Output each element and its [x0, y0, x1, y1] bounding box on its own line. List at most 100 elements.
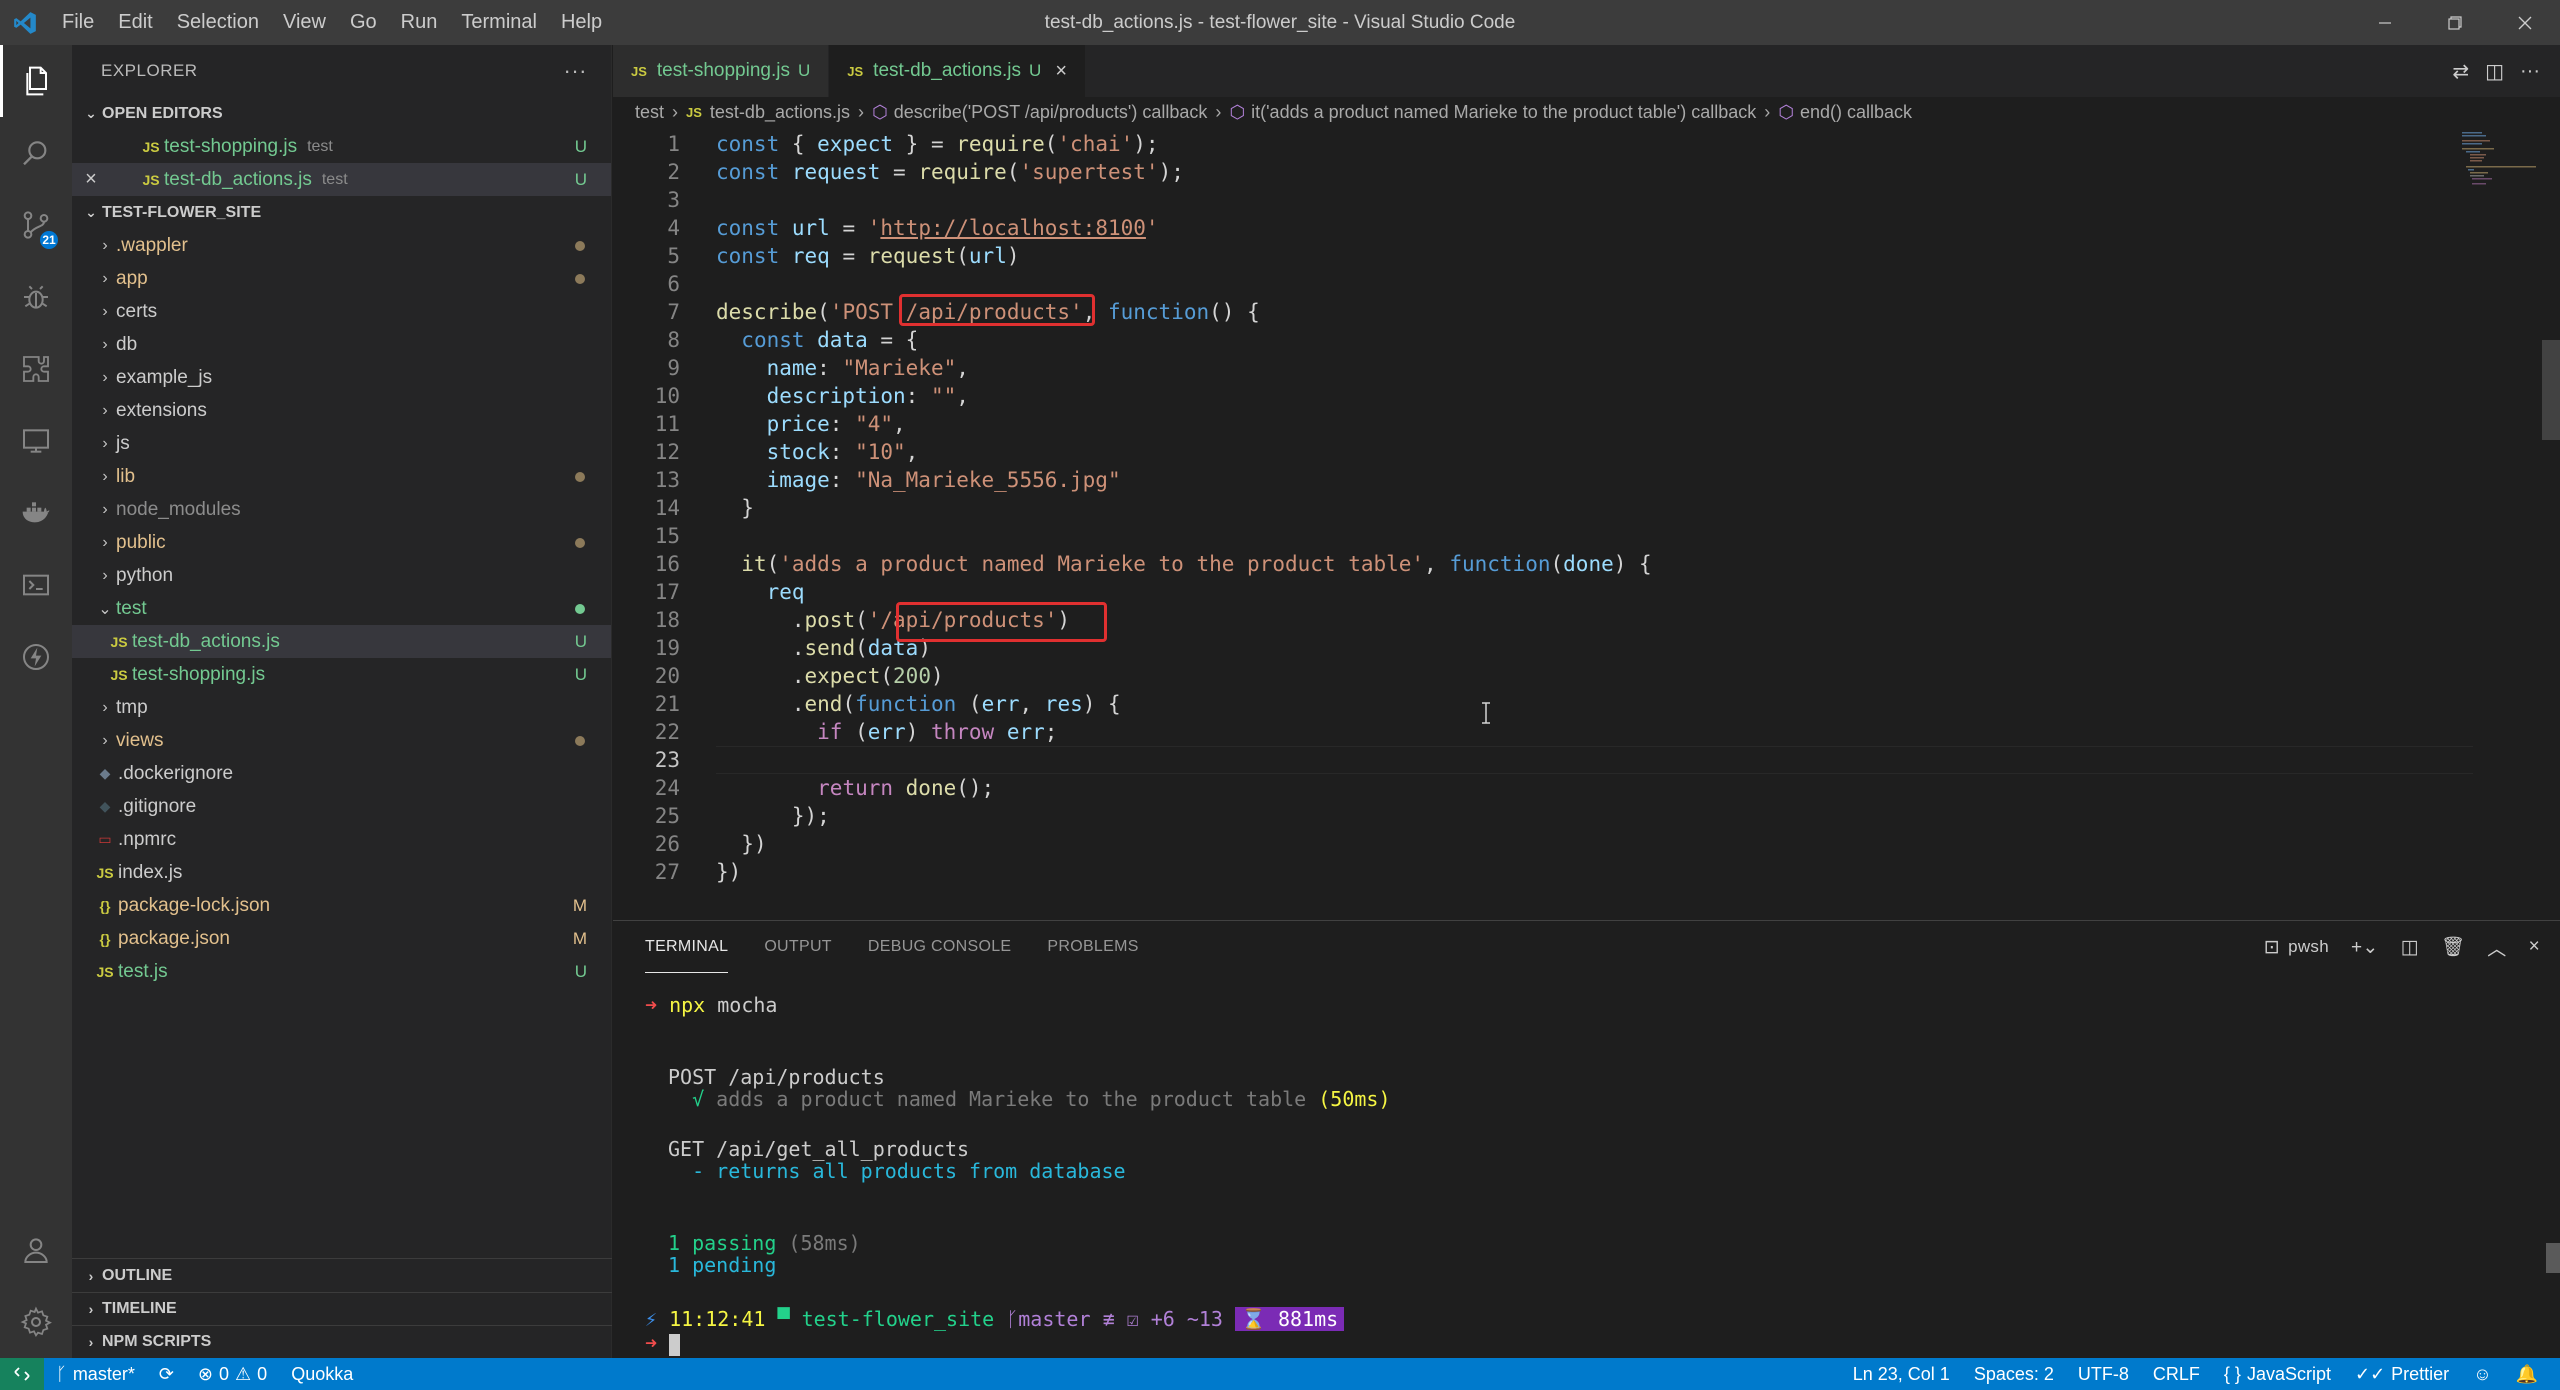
sync-icon[interactable]: ⟳ [147, 1364, 186, 1385]
modified-dot [575, 735, 585, 746]
git-branch-status[interactable]: ᚴ master* [44, 1364, 147, 1385]
feedback-icon[interactable]: ☺ [2461, 1364, 2503, 1385]
tab-debug-console[interactable]: DEBUG CONSOLE [868, 921, 1012, 973]
debug-icon[interactable] [0, 261, 72, 333]
editor-tabs: JS test-shopping.js U JS test-db_actions… [613, 45, 2560, 97]
tree-folder[interactable]: › public [72, 526, 611, 559]
tree-folder[interactable]: › lib [72, 460, 611, 493]
code-line: 3 [667, 188, 680, 212]
menu-run[interactable]: Run [389, 0, 450, 45]
quokka-status[interactable]: Quokka [279, 1364, 365, 1385]
tree-file[interactable]: {} package-lock.json M [72, 889, 611, 922]
tree-folder[interactable]: › .wappler [72, 229, 611, 262]
open-editors-header[interactable]: ⌄ OPEN EDITORS [72, 97, 611, 130]
explorer-sidebar: EXPLORER ··· ⌄ OPEN EDITORS JS test-shop… [72, 45, 612, 1358]
tree-folder[interactable]: › views [72, 724, 611, 757]
menu-selection[interactable]: Selection [165, 0, 271, 45]
menu-go[interactable]: Go [338, 0, 389, 45]
terminal-output[interactable]: ➜ npx mocha POST /api/products √ adds a … [613, 973, 2560, 1359]
tree-file[interactable]: ▭ .npmrc [72, 823, 611, 856]
breadcrumb-file[interactable]: test-db_actions.js [710, 102, 850, 123]
explorer-icon[interactable] [0, 45, 72, 117]
npm-scripts-header[interactable]: › NPM SCRIPTS [72, 1325, 612, 1358]
breadcrumb-symbol[interactable]: end() callback [1800, 102, 1912, 123]
close-icon[interactable]: × [72, 168, 110, 191]
project-header[interactable]: ⌄ TEST-FLOWER_SITE [72, 196, 611, 229]
tree-file[interactable]: JS index.js [72, 856, 611, 889]
breadcrumb-symbol[interactable]: describe('POST /api/products') callback [894, 102, 1208, 123]
prettier-status[interactable]: ✓✓ Prettier [2343, 1364, 2461, 1385]
more-actions-icon[interactable]: ··· [564, 58, 587, 84]
menu-file[interactable]: File [50, 0, 106, 45]
open-editor-item[interactable]: × JS test-db_actions.js test U [72, 163, 611, 196]
close-tab-icon[interactable]: × [1055, 60, 1067, 83]
new-terminal-icon[interactable]: +⌄ [2351, 936, 2379, 959]
extensions-icon[interactable] [0, 333, 72, 405]
tree-folder[interactable]: › app [72, 262, 611, 295]
tab-output[interactable]: OUTPUT [764, 921, 832, 973]
tree-file[interactable]: JS test-shopping.js U [72, 658, 611, 691]
terminal-icon[interactable] [0, 549, 72, 621]
split-editor-icon[interactable]: ◫ [2485, 59, 2504, 84]
menu-edit[interactable]: Edit [106, 0, 164, 45]
minimap[interactable] [2460, 130, 2540, 190]
open-editor-item[interactable]: JS test-shopping.js test U [72, 130, 611, 163]
terminal-shell-selector[interactable]: ⊡ pwsh [2264, 936, 2329, 959]
maximize-panel-icon[interactable]: ︿ [2487, 934, 2506, 961]
breadcrumb: test › JS test-db_actions.js › ⬡ describ… [613, 97, 2560, 127]
remote-explorer-icon[interactable] [0, 405, 72, 477]
breadcrumb-symbol[interactable]: it('adds a product named Marieke to the … [1251, 102, 1756, 123]
minimize-button[interactable] [2350, 0, 2420, 45]
menu-help[interactable]: Help [549, 0, 614, 45]
close-panel-icon[interactable]: × [2529, 936, 2540, 958]
language-mode[interactable]: { } JavaScript [2212, 1364, 2343, 1385]
tree-file[interactable]: {} package.json M [72, 922, 611, 955]
tree-folder[interactable]: › certs [72, 295, 611, 328]
timeline-header[interactable]: › TIMELINE [72, 1292, 612, 1325]
tab-problems[interactable]: PROBLEMS [1047, 921, 1138, 973]
cursor-position[interactable]: Ln 23, Col 1 [1841, 1364, 1962, 1385]
docker-icon[interactable] [0, 477, 72, 549]
settings-gear-icon[interactable] [0, 1286, 72, 1358]
tree-folder[interactable]: › example_js [72, 361, 611, 394]
code-line: 27}) [654, 860, 742, 884]
trash-icon[interactable]: 🗑 [2441, 935, 2465, 959]
scrollbar-thumb[interactable] [2542, 340, 2560, 440]
tab-test-shopping[interactable]: JS test-shopping.js U [613, 45, 830, 97]
encoding[interactable]: UTF-8 [2066, 1364, 2141, 1385]
code-editor[interactable]: 1 const { expect } = require('chai'); 2 co… [613, 130, 2560, 920]
indentation[interactable]: Spaces: 2 [1962, 1364, 2066, 1385]
restore-button[interactable] [2420, 0, 2490, 45]
terminal-scrollbar[interactable] [2546, 1243, 2560, 1273]
outline-header[interactable]: › OUTLINE [72, 1259, 612, 1292]
tree-folder[interactable]: › node_modules [72, 493, 611, 526]
line-endings[interactable]: CRLF [2141, 1364, 2212, 1385]
tree-file[interactable]: JS test-db_actions.js U [72, 625, 611, 658]
tree-folder[interactable]: › tmp [72, 691, 611, 724]
menu-view[interactable]: View [271, 0, 338, 45]
tree-folder[interactable]: ⌄ test [72, 592, 611, 625]
editor-scrollbar[interactable] [2540, 130, 2560, 920]
tree-folder[interactable]: › python [72, 559, 611, 592]
breadcrumb-folder[interactable]: test [635, 102, 664, 123]
lightning-icon[interactable] [0, 621, 72, 693]
tree-folder[interactable]: › extensions [72, 394, 611, 427]
tree-folder[interactable]: › db [72, 328, 611, 361]
source-control-icon[interactable]: 21 [0, 189, 72, 261]
search-icon[interactable] [0, 117, 72, 189]
split-terminal-icon[interactable]: ◫ [2401, 936, 2419, 959]
menu-terminal[interactable]: Terminal [449, 0, 549, 45]
close-window-button[interactable] [2490, 0, 2560, 45]
notifications-bell-icon[interactable]: 🔔 [2504, 1364, 2550, 1385]
accounts-icon[interactable] [0, 1214, 72, 1286]
tree-file[interactable]: ◆ .gitignore [72, 790, 611, 823]
tree-folder[interactable]: › js [72, 427, 611, 460]
tree-file[interactable]: ◆ .dockerignore [72, 757, 611, 790]
tab-test-db-actions[interactable]: JS test-db_actions.js U × [829, 45, 1086, 97]
remote-indicator-icon[interactable] [0, 1358, 44, 1390]
tab-terminal[interactable]: TERMINAL [645, 921, 729, 973]
more-actions-icon[interactable]: ··· [2520, 60, 2540, 83]
problems-status[interactable]: ⊗ 0 ⚠ 0 [186, 1364, 279, 1385]
open-changes-icon[interactable]: ⇄ [2452, 59, 2469, 84]
tree-file[interactable]: JS test.js U [72, 955, 611, 988]
